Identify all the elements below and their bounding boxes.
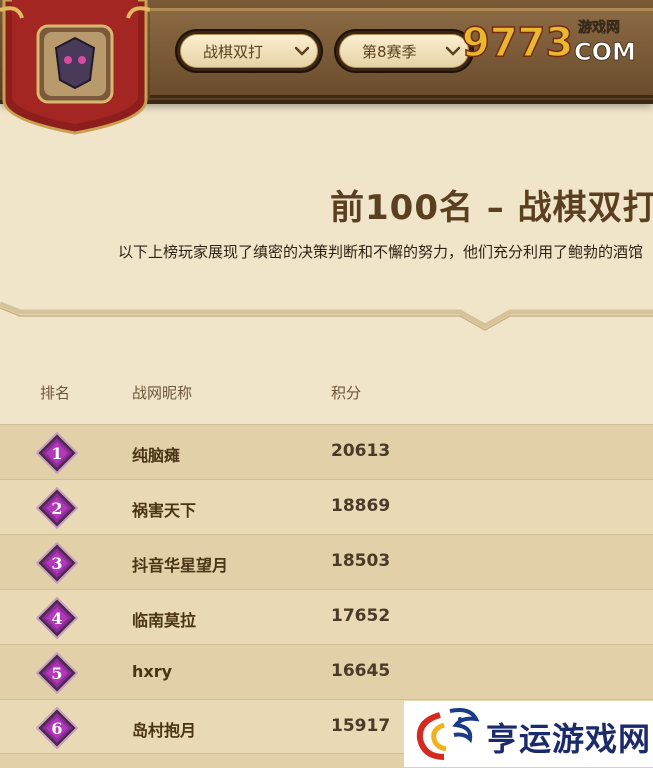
dragon-logo-icon	[416, 708, 480, 760]
watermark-text: 亨运游戏网	[486, 720, 652, 758]
player-name[interactable]: hxry	[132, 662, 172, 681]
rank-badge-icon: 4	[36, 597, 78, 639]
table-row: 2 祸害天下 18869	[0, 479, 653, 535]
table-row: 1 纯脑瘫 20613	[0, 424, 653, 480]
player-score: 20613	[331, 441, 391, 461]
page-subtitle: 以下上榜玩家展现了缜密的决策判断和不懈的努力，他们充分利用了鲍勃的酒馆	[118, 243, 644, 261]
column-header-rank: 排名	[40, 384, 71, 402]
rank-number: 6	[51, 719, 62, 738]
site-logo-tag: 游戏网	[578, 19, 620, 36]
player-name[interactable]: 临南莫拉	[132, 607, 196, 631]
ornamental-divider	[0, 301, 653, 331]
table-row: 5 hxry 16645	[0, 644, 653, 700]
chevron-down-icon	[294, 46, 310, 56]
rank-number: 4	[51, 609, 62, 628]
site-logo-number: 9773	[462, 20, 573, 66]
page-title: 前100名 – 战棋双打	[330, 188, 653, 228]
player-score: 18869	[331, 496, 391, 516]
rank-number: 1	[51, 444, 62, 463]
player-name[interactable]: 祸害天下	[132, 497, 196, 521]
rank-number: 2	[51, 499, 62, 518]
site-logo-com: COM	[574, 38, 636, 66]
player-name[interactable]: 纯脑瘫	[132, 442, 180, 466]
rank-badge-icon: 5	[36, 652, 78, 694]
rank-badge-icon: 1	[36, 432, 78, 474]
rank-number: 3	[51, 554, 62, 573]
hearthstone-battlegrounds-emblem-icon[interactable]	[0, 0, 150, 135]
column-header-score: 积分	[331, 384, 362, 402]
player-name[interactable]: 抖音华星望月	[132, 552, 228, 576]
player-score: 17652	[331, 606, 391, 626]
rank-badge-icon: 6	[36, 707, 78, 749]
rank-badge-icon: 3	[36, 542, 78, 584]
site-logo: 9773 游戏网 COM	[462, 19, 636, 67]
player-score: 15917	[331, 716, 391, 736]
table-row: 3 抖音华星望月 18503	[0, 534, 653, 590]
season-dropdown[interactable]: 第8赛季	[334, 29, 474, 73]
player-score: 18503	[331, 551, 391, 571]
column-header-name: 战网昵称	[132, 384, 193, 402]
mode-dropdown[interactable]: 战棋双打	[175, 29, 323, 73]
player-score: 16645	[331, 661, 391, 681]
watermark: 亨运游戏网	[404, 701, 653, 767]
season-dropdown-value: 第8赛季	[362, 42, 417, 61]
rank-badge-icon: 2	[36, 487, 78, 529]
player-name[interactable]: 岛村抱月	[132, 717, 196, 741]
chevron-down-icon	[445, 46, 461, 56]
table-row: 4 临南莫拉 17652	[0, 589, 653, 645]
mode-dropdown-value: 战棋双打	[203, 42, 264, 61]
rank-number: 5	[51, 664, 62, 683]
